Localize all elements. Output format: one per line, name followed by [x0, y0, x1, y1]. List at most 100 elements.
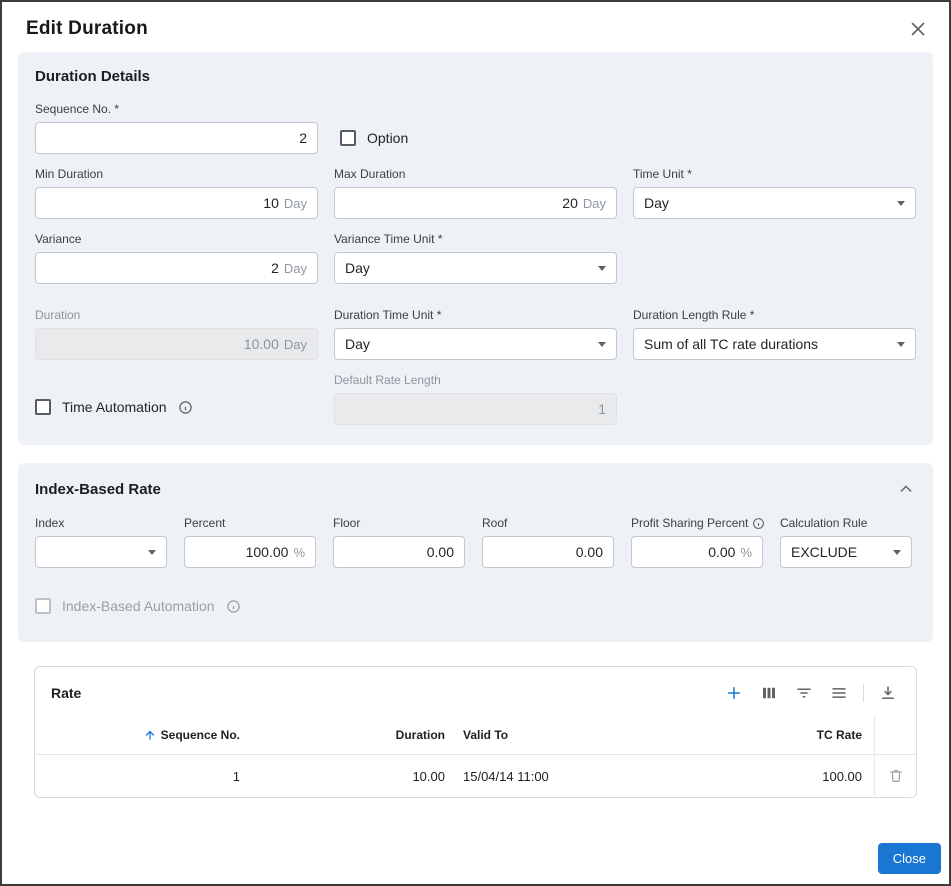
duration-length-rule-field: Duration Length Rule * Sum of all TC rat…	[633, 308, 916, 360]
duration-input	[46, 336, 279, 352]
cell-valid-to: 15/04/14 11:00	[445, 769, 724, 784]
profit-sharing-percent-input[interactable]	[642, 544, 735, 560]
time-automation-group: Time Automation	[35, 391, 193, 423]
columns-icon[interactable]	[755, 680, 783, 706]
index-based-rate-heading: Index-Based Rate	[35, 481, 161, 498]
duration-time-unit-label: Duration Time Unit *	[334, 308, 617, 322]
min-duration-suffix: Day	[284, 196, 307, 211]
max-duration-field: Max Duration Day	[334, 167, 617, 219]
sequence-no-value: 1	[233, 769, 240, 784]
percent-label: Percent	[184, 516, 316, 530]
profit-sharing-percent-label: Profit Sharing Percent	[631, 516, 763, 530]
variance-field: Variance Day	[35, 232, 318, 284]
option-checkbox[interactable]	[340, 130, 356, 146]
profit-sharing-percent-field: Profit Sharing Percent %	[631, 516, 763, 568]
duration-time-unit-select[interactable]: Day	[334, 328, 617, 360]
chevron-down-icon	[598, 342, 606, 347]
col-tc-rate-label: TC Rate	[817, 728, 862, 742]
close-icon[interactable]	[903, 14, 933, 44]
time-automation-checkbox[interactable]	[35, 399, 51, 415]
density-icon[interactable]	[825, 680, 853, 706]
index-based-automation-label: Index-Based Automation	[62, 598, 215, 614]
row-variance: Variance Day Variance Time Unit * Day	[35, 232, 916, 284]
index-based-rate-panel: Index-Based Rate Index Percent	[18, 463, 933, 642]
delete-row-icon[interactable]	[882, 763, 910, 789]
floor-field: Floor	[333, 516, 465, 568]
chevron-down-icon	[897, 201, 905, 206]
default-rate-length-label: Default Rate Length	[334, 373, 617, 387]
max-duration-input[interactable]	[345, 195, 578, 211]
sequence-no-label: Sequence No. *	[35, 102, 318, 116]
max-duration-label: Max Duration	[334, 167, 617, 181]
col-duration-label: Duration	[396, 728, 445, 742]
dialog-title: Edit Duration	[26, 18, 148, 40]
dialog-content: Duration Details Sequence No. * Option M…	[2, 50, 949, 798]
chevron-down-icon	[148, 550, 156, 555]
index-based-rate-header: Index-Based Rate	[35, 479, 916, 499]
percent-input[interactable]	[195, 544, 288, 560]
col-duration[interactable]: Duration	[240, 728, 445, 742]
valid-to-value: 15/04/14 11:00	[463, 769, 549, 784]
max-duration-suffix: Day	[583, 196, 606, 211]
index-select[interactable]	[35, 536, 167, 568]
duration-details-panel: Duration Details Sequence No. * Option M…	[18, 52, 933, 445]
row-index-rate: Index Percent % Floor	[35, 516, 916, 568]
dialog-header: Edit Duration	[2, 2, 949, 50]
option-checkbox-label: Option	[367, 130, 408, 146]
cell-actions	[874, 755, 916, 797]
index-based-automation-checkbox	[35, 598, 51, 614]
rate-table-header: Sequence No. Duration Valid To TC Rate	[35, 715, 916, 755]
duration-length-rule-select[interactable]: Sum of all TC rate durations	[633, 328, 916, 360]
row-min-max-unit: Min Duration Day Max Duration Day Time U…	[35, 167, 916, 219]
col-sequence-no-label: Sequence No.	[161, 728, 240, 742]
duration-time-unit-value: Day	[345, 336, 590, 352]
close-button[interactable]: Close	[878, 843, 941, 874]
duration-length-rule-label: Duration Length Rule *	[633, 308, 916, 322]
sequence-no-input[interactable]	[46, 130, 307, 146]
min-duration-field: Min Duration Day	[35, 167, 318, 219]
duration-details-heading: Duration Details	[35, 68, 916, 85]
info-icon	[752, 517, 765, 530]
variance-label: Variance	[35, 232, 318, 246]
chevron-up-icon[interactable]	[896, 479, 916, 499]
floor-label: Floor	[333, 516, 465, 530]
cell-duration: 10.00	[240, 769, 445, 784]
sort-asc-icon[interactable]	[143, 728, 157, 742]
duration-field: Duration Day	[35, 308, 318, 360]
profit-sharing-percent-suffix: %	[740, 545, 752, 560]
row-duration: Duration Day Duration Time Unit * Day Du…	[35, 308, 916, 360]
index-based-automation-group: Index-Based Automation	[35, 590, 916, 622]
profit-sharing-percent-label-text: Profit Sharing Percent	[631, 516, 748, 530]
col-tc-rate[interactable]: TC Rate	[724, 728, 874, 742]
min-duration-input[interactable]	[46, 195, 279, 211]
default-rate-length-field: Default Rate Length	[334, 373, 617, 425]
duration-value: 10.00	[412, 769, 445, 784]
table-row[interactable]: 1 10.00 15/04/14 11:00 100.00	[35, 755, 916, 797]
time-automation-cell: Time Automation	[35, 391, 318, 425]
col-valid-to-label: Valid To	[463, 728, 508, 742]
index-label: Index	[35, 516, 167, 530]
variance-time-unit-value: Day	[345, 260, 590, 276]
time-unit-select[interactable]: Day	[633, 187, 916, 219]
col-sequence-no[interactable]: Sequence No.	[35, 728, 240, 742]
variance-input[interactable]	[46, 260, 279, 276]
index-field: Index	[35, 516, 167, 568]
col-valid-to[interactable]: Valid To	[445, 728, 724, 742]
edit-duration-dialog: Edit Duration Duration Details Sequence …	[0, 0, 951, 886]
percent-suffix: %	[293, 545, 305, 560]
chevron-down-icon	[897, 342, 905, 347]
time-automation-label: Time Automation	[62, 399, 167, 415]
time-unit-field: Time Unit * Day	[633, 167, 916, 219]
duration-label: Duration	[35, 308, 318, 322]
rate-toolbar-icons	[720, 680, 902, 706]
variance-time-unit-select[interactable]: Day	[334, 252, 617, 284]
add-row-icon[interactable]	[720, 680, 748, 706]
calculation-rule-select[interactable]: EXCLUDE	[780, 536, 912, 568]
col-actions	[874, 715, 916, 754]
roof-input[interactable]	[493, 544, 603, 560]
download-icon[interactable]	[874, 680, 902, 706]
variance-time-unit-field: Variance Time Unit * Day	[334, 232, 617, 284]
calculation-rule-value: EXCLUDE	[791, 544, 885, 560]
filter-icon[interactable]	[790, 680, 818, 706]
floor-input[interactable]	[344, 544, 454, 560]
